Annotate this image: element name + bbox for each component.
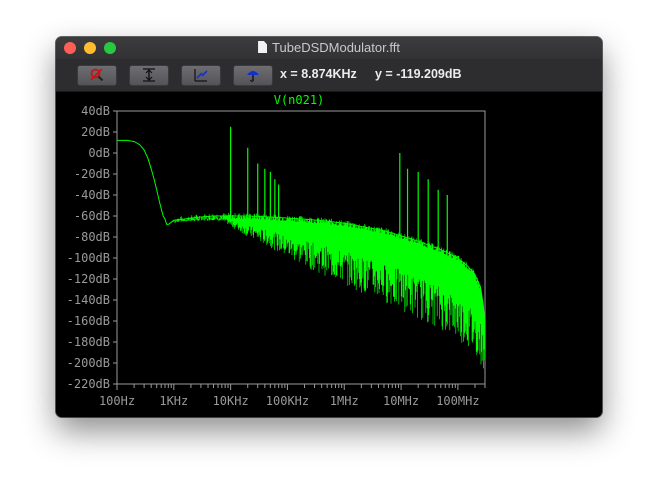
- y-tick-label: 0dB: [88, 146, 110, 160]
- window-title-text: TubeDSDModulator.fft: [272, 40, 400, 55]
- y-tick-label: -80dB: [74, 230, 110, 244]
- autorange-x-button[interactable]: [181, 65, 221, 86]
- autorange-y-icon: [143, 68, 155, 82]
- cursor-y-readout: y = -119.209dB: [375, 67, 462, 81]
- pick-traces-button[interactable]: [233, 65, 273, 86]
- y-tick-label: -100dB: [67, 251, 110, 265]
- y-axis: 40dB 20dB 0dB -20dB -40dB -60dB -80dB -100dB -12…: [67, 104, 117, 391]
- y-tick-label: 20dB: [81, 125, 110, 139]
- fft-chart[interactable]: V(n021) 40dB 20dB 0dB -20dB -40dB -60dB -80dB -…: [56, 92, 602, 417]
- title-bar[interactable]: TubeDSDModulator.fft: [56, 37, 602, 59]
- y-tick-label: -140dB: [67, 293, 110, 307]
- x-tick-label: 1MHz: [330, 394, 359, 408]
- waveform-window: TubeDSDModulator.fft x = 8.874KHz y = -1…: [56, 37, 602, 417]
- y-tick-label: -220dB: [67, 377, 110, 391]
- y-tick-label: -160dB: [67, 314, 110, 328]
- autorange-y-button[interactable]: [129, 65, 169, 86]
- x-tick-label: 100KHz: [266, 394, 309, 408]
- window-title: TubeDSDModulator.fft: [56, 40, 602, 55]
- y-tick-label: -20dB: [74, 167, 110, 181]
- x-tick-label: 100MHz: [436, 394, 479, 408]
- x-axis: 100Hz 1KHz 10KHz 100KHz 1MHz 10MHz 100MHz: [99, 384, 486, 408]
- umbrella-probe-icon: [247, 71, 259, 82]
- zoom-cancel-button[interactable]: [77, 65, 117, 86]
- cursor-x-readout: x = 8.874KHz: [280, 67, 357, 81]
- y-tick-label: 40dB: [81, 104, 110, 118]
- x-tick-label: 10KHz: [213, 394, 249, 408]
- y-tick-label: -120dB: [67, 272, 110, 286]
- autorange-x-icon: [194, 69, 208, 82]
- y-tick-label: -60dB: [74, 209, 110, 223]
- toolbar: x = 8.874KHz y = -119.209dB: [56, 59, 602, 92]
- document-icon: [258, 41, 268, 53]
- trace-title[interactable]: V(n021): [274, 93, 325, 107]
- y-tick-label: -40dB: [74, 188, 110, 202]
- trace-group: [117, 126, 486, 369]
- y-tick-label: -180dB: [67, 335, 110, 349]
- y-tick-label: -200dB: [67, 356, 110, 370]
- x-tick-label: 10MHz: [383, 394, 419, 408]
- x-tick-label: 1KHz: [159, 394, 188, 408]
- plot-area[interactable]: V(n021) 40dB 20dB 0dB -20dB -40dB -60dB -80dB -…: [56, 92, 602, 417]
- magnifier-cancel-icon: [90, 68, 104, 82]
- x-tick-label: 100Hz: [99, 394, 135, 408]
